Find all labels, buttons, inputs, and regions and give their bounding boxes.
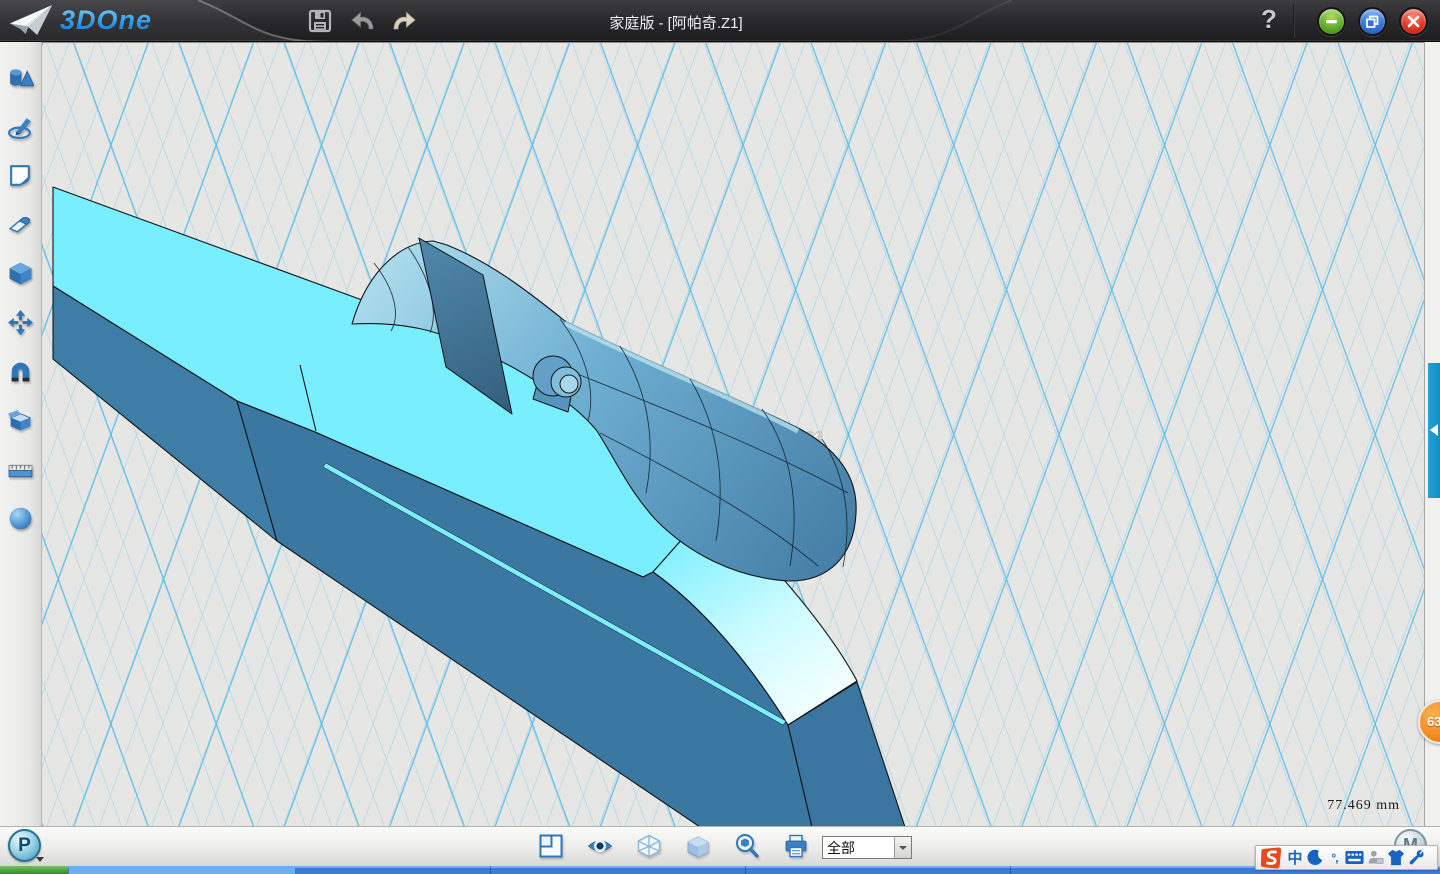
minimize-icon xyxy=(1324,14,1339,29)
punctuation-mode-icon[interactable]: °, xyxy=(1327,847,1342,868)
feature-modeling-icon[interactable] xyxy=(7,260,34,287)
view-tools-group xyxy=(538,833,809,859)
app-logo: 3DOne xyxy=(8,2,152,38)
display-filter-value: 全部 xyxy=(823,838,894,858)
deform-tool-icon[interactable] xyxy=(7,211,34,238)
display-filter-select[interactable]: 全部 xyxy=(822,836,912,859)
gun-mount-ring-inner xyxy=(560,375,578,393)
move-transform-icon[interactable] xyxy=(7,309,34,336)
undo-button[interactable] xyxy=(349,7,377,35)
render-sphere-icon[interactable] xyxy=(7,505,34,532)
titlebar: 3DOne 家庭版 - [阿帕奇.Z1] ? xyxy=(0,0,1440,42)
close-icon xyxy=(1406,14,1421,29)
brand-name: 3DOne xyxy=(60,5,152,36)
document-title: 家庭版 - [阿帕奇.Z1] xyxy=(609,12,742,33)
visibility-eye-icon[interactable] xyxy=(587,833,613,859)
chevron-left-icon xyxy=(1430,424,1438,436)
zoom-magnifier-icon[interactable] xyxy=(734,833,760,859)
undo-icon xyxy=(350,8,376,34)
chevron-down-icon xyxy=(899,846,907,850)
constraint-magnet-icon[interactable] xyxy=(7,358,34,385)
help-button[interactable]: ? xyxy=(1254,4,1284,38)
model-viewport[interactable]: i3DOne.com xyxy=(42,42,1424,826)
ime-toolbar: 中 °, xyxy=(1255,845,1438,870)
chinese-mode-icon[interactable]: 中 xyxy=(1286,847,1304,868)
sketch-edit-icon[interactable] xyxy=(7,162,34,189)
measure-ruler-icon[interactable] xyxy=(7,456,34,483)
taskbar-separator xyxy=(1010,866,1011,874)
quick-launch-area[interactable] xyxy=(69,866,295,874)
select-arrow-button[interactable] xyxy=(894,837,911,858)
apache-3d-model[interactable] xyxy=(42,43,1424,826)
restore-icon xyxy=(1365,14,1380,29)
panel-collapse-tab[interactable] xyxy=(1428,363,1440,498)
assembly-box-icon[interactable] xyxy=(7,407,34,434)
sketch-draw-icon[interactable] xyxy=(7,113,34,140)
primitive-solids-icon[interactable] xyxy=(7,64,34,91)
view-plane-icon[interactable] xyxy=(538,833,564,859)
dimension-readout: 77.469 mm xyxy=(1327,798,1400,814)
save-button[interactable] xyxy=(306,7,334,35)
view-toolbar: P xyxy=(0,826,1440,866)
os-taskbar[interactable] xyxy=(0,866,1440,874)
maximize-restore-button[interactable] xyxy=(1358,7,1387,36)
redo-button[interactable] xyxy=(390,7,418,35)
sogou-logo-icon[interactable] xyxy=(1259,847,1283,868)
close-button[interactable] xyxy=(1399,7,1428,36)
print-icon[interactable] xyxy=(783,833,809,859)
tool-sidebar xyxy=(0,42,42,826)
soft-keyboard-icon[interactable] xyxy=(1345,847,1364,868)
settings-wrench-icon[interactable] xyxy=(1408,847,1425,868)
night-mode-icon[interactable] xyxy=(1307,847,1324,868)
user-account-icon[interactable] xyxy=(1367,847,1384,868)
titlebar-divider xyxy=(1293,4,1295,38)
shaded-display-icon[interactable] xyxy=(685,833,711,859)
taskbar-separator xyxy=(745,866,746,874)
save-icon xyxy=(307,8,333,34)
redo-icon xyxy=(391,8,417,34)
taskbar-separator xyxy=(490,866,491,874)
paper-plane-icon xyxy=(8,2,54,38)
skin-tshirt-icon[interactable] xyxy=(1387,847,1405,868)
start-button[interactable] xyxy=(0,866,68,874)
wireframe-display-icon[interactable] xyxy=(636,833,662,859)
minimize-button[interactable] xyxy=(1317,7,1346,36)
pointer-mode-dropdown-arrow[interactable] xyxy=(36,857,44,862)
